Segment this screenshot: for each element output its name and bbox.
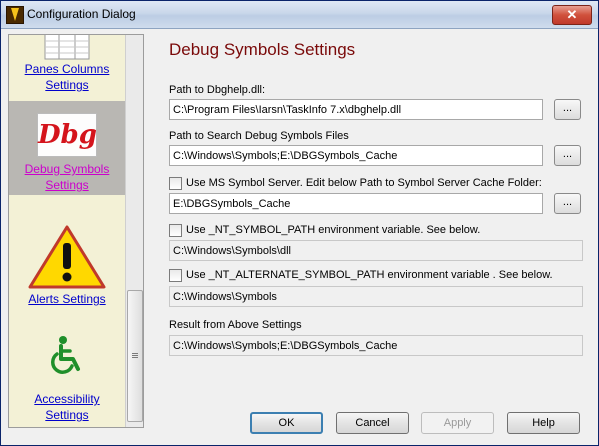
ms-symbol-server-label[interactable]: Use MS Symbol Server. Edit below Path to… bbox=[186, 177, 542, 189]
sidebar-item-label[interactable]: Accessibility Settings bbox=[9, 391, 125, 423]
dbg-icon: Dbg bbox=[37, 113, 97, 157]
ms-symbol-server-checkbox[interactable] bbox=[169, 177, 182, 190]
search-path-label: Path to Search Debug Symbols Files bbox=[169, 130, 349, 142]
configuration-dialog: Configuration Dialog ✕ Panes Columns Set… bbox=[0, 0, 599, 446]
help-button[interactable]: Help bbox=[507, 412, 580, 434]
apply-button[interactable]: Apply bbox=[421, 412, 494, 434]
symbol-server-cache-browse-button[interactable]: ... bbox=[554, 193, 581, 214]
sidebar-item-label[interactable]: Panes Columns Settings bbox=[9, 61, 125, 93]
nt-alternate-symbol-path-checkbox[interactable] bbox=[169, 269, 182, 282]
nt-alternate-symbol-path-label[interactable]: Use _NT_ALTERNATE_SYMBOL_PATH environmen… bbox=[186, 269, 553, 281]
close-button[interactable]: ✕ bbox=[552, 5, 592, 25]
sidebar-item-label[interactable]: Alerts Settings bbox=[9, 289, 125, 307]
search-path-field[interactable]: C:\Windows\Symbols;E:\DBGSymbols_Cache bbox=[169, 145, 543, 166]
settings-panel: Debug Symbols Settings Path to Dbghelp.d… bbox=[151, 29, 597, 445]
search-path-browse-button[interactable]: ... bbox=[554, 145, 581, 166]
nt-symbol-path-label[interactable]: Use _NT_SYMBOL_PATH environment variable… bbox=[186, 224, 480, 236]
dbghelp-path-field[interactable]: C:\Program Files\Iarsn\TaskInfo 7.x\dbgh… bbox=[169, 99, 543, 120]
wheelchair-icon bbox=[51, 336, 80, 374]
sidebar-item-panes-columns[interactable]: Panes Columns Settings bbox=[9, 35, 125, 93]
scrollbar-thumb[interactable] bbox=[127, 290, 143, 422]
ok-button[interactable]: OK bbox=[250, 412, 323, 434]
sidebar-scrollbar[interactable] bbox=[125, 35, 143, 427]
warning-icon bbox=[28, 225, 106, 289]
sidebar-item-alerts[interactable]: Alerts Settings bbox=[9, 225, 125, 315]
dbghelp-browse-button[interactable]: ... bbox=[554, 99, 581, 120]
page-title: Debug Symbols Settings bbox=[169, 40, 356, 59]
nt-alternate-symbol-path-value: C:\Windows\Symbols bbox=[169, 286, 583, 307]
window-title: Configuration Dialog bbox=[27, 7, 136, 21]
sidebar-item-accessibility[interactable]: Accessibility Settings bbox=[9, 335, 125, 427]
dbghelp-label: Path to Dbghelp.dll: bbox=[169, 84, 266, 96]
nt-symbol-path-value: C:\Windows\Symbols\dll bbox=[169, 240, 583, 261]
sidebar-item-label[interactable]: Debug Symbols Settings bbox=[9, 157, 125, 193]
result-label: Result from Above Settings bbox=[169, 319, 302, 331]
cancel-button[interactable]: Cancel bbox=[336, 412, 409, 434]
title-bar[interactable]: Configuration Dialog ✕ bbox=[1, 1, 598, 29]
result-value: C:\Windows\Symbols;E:\DBGSymbols_Cache bbox=[169, 335, 583, 356]
sidebar-item-debug-symbols[interactable]: Dbg Debug Symbols Settings bbox=[9, 101, 125, 195]
app-icon bbox=[6, 6, 24, 24]
symbol-server-cache-field[interactable]: E:\DBGSymbols_Cache bbox=[169, 193, 543, 214]
nt-symbol-path-checkbox[interactable] bbox=[169, 224, 182, 237]
panes-columns-icon bbox=[44, 35, 90, 60]
settings-sidebar[interactable]: Panes Columns Settings Dbg Debug Symbols… bbox=[8, 34, 144, 428]
